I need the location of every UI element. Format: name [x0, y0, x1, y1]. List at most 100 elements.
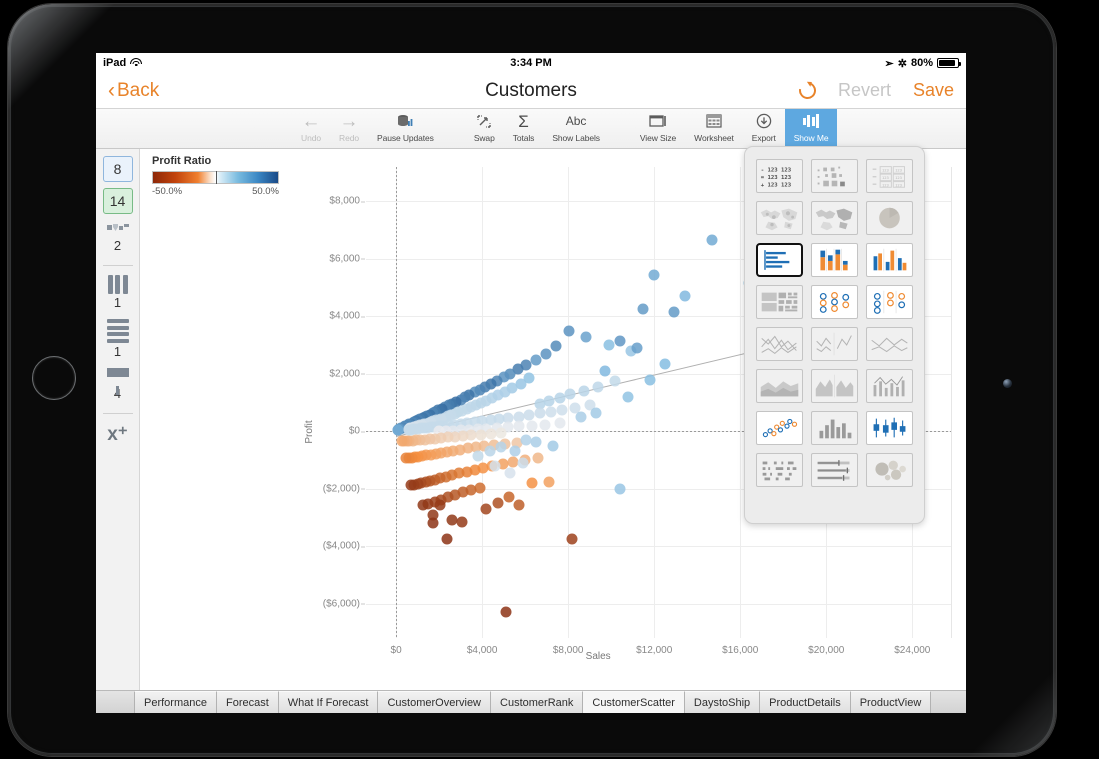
show-me-highlight-table[interactable]: 123 123 123 123 123 123 — [866, 159, 913, 193]
scatter-point[interactable] — [575, 411, 587, 423]
save-button[interactable]: Save — [913, 80, 954, 101]
scatter-point[interactable] — [472, 450, 484, 462]
toolbar-view-size-button[interactable]: View Size — [631, 109, 685, 149]
revert-button[interactable]: Revert — [838, 80, 891, 101]
scatter-point[interactable] — [644, 374, 656, 386]
scatter-point[interactable] — [434, 499, 446, 511]
scatter-point[interactable] — [400, 452, 412, 464]
sidebar-item-filters[interactable]: 4 — [106, 367, 129, 401]
toolbar-worksheet-button[interactable]: Worksheet — [685, 109, 743, 149]
scatter-point[interactable] — [504, 467, 516, 479]
scatter-point[interactable] — [485, 428, 497, 440]
scatter-point[interactable] — [556, 404, 568, 416]
scatter-point[interactable] — [564, 388, 576, 400]
scatter-point[interactable] — [566, 533, 578, 545]
toolbar-totals-button[interactable]: Σ Totals — [504, 109, 544, 149]
scatter-point[interactable] — [530, 354, 542, 366]
scatter-point[interactable] — [590, 407, 602, 419]
show-me-discrete-area[interactable] — [811, 369, 858, 403]
toolbar-show-me-button[interactable]: Show Me — [784, 108, 838, 149]
worksheet-tab[interactable]: CustomerOverview — [378, 691, 492, 713]
scatter-point[interactable] — [637, 303, 649, 315]
scatter-point[interactable] — [603, 339, 615, 351]
show-me-pie-chart[interactable] — [866, 201, 913, 235]
scatter-point[interactable] — [563, 325, 575, 337]
scatter-point[interactable] — [517, 457, 529, 469]
worksheet-tab[interactable]: Forecast — [216, 691, 279, 713]
show-me-filled-map[interactable] — [811, 201, 858, 235]
scatter-point[interactable] — [492, 497, 504, 509]
scatter-point[interactable] — [509, 445, 521, 457]
worksheet-tab[interactable]: ProductDetails — [760, 691, 851, 713]
worksheet-tab[interactable]: CustomerRank — [491, 691, 584, 713]
sidebar-item-dimensions[interactable]: 8 — [102, 156, 133, 182]
show-me-continuous-area[interactable] — [756, 369, 803, 403]
scatter-point[interactable] — [547, 440, 559, 452]
scatter-point[interactable] — [580, 331, 592, 343]
worksheet-tab[interactable]: ProductView — [850, 691, 932, 713]
scatter-point[interactable] — [427, 517, 439, 529]
sidebar-item-rows[interactable]: 1 — [106, 319, 129, 359]
scatter-point[interactable] — [706, 234, 718, 246]
scatter-point[interactable] — [405, 479, 417, 491]
worksheet-tab[interactable]: CustomerScatter — [583, 691, 685, 713]
scatter-point[interactable] — [396, 435, 408, 447]
scatter-point[interactable] — [599, 365, 611, 377]
scatter-point[interactable] — [526, 477, 538, 489]
show-me-histogram[interactable] — [811, 411, 858, 445]
scatter-point[interactable] — [480, 503, 492, 515]
scatter-point[interactable] — [526, 420, 538, 432]
scatter-point[interactable] — [631, 342, 643, 354]
scatter-point[interactable] — [614, 483, 626, 495]
scatter-point[interactable] — [417, 499, 429, 511]
show-me-text-table[interactable]: - 123 123 = 123 123 + 123 123 — [756, 159, 803, 193]
home-button[interactable] — [32, 356, 76, 400]
legend-gradient-bar[interactable] — [152, 171, 279, 184]
scatter-point[interactable] — [609, 375, 621, 387]
refresh-icon[interactable] — [795, 78, 820, 103]
scatter-point[interactable] — [513, 420, 525, 432]
scatter-point[interactable] — [403, 424, 415, 436]
show-me-panel[interactable]: - 123 123 = 123 123 + 123 123 123 123 123 123 1… — [744, 146, 925, 524]
show-me-side-by-side-bars[interactable] — [866, 243, 913, 277]
scatter-point[interactable] — [614, 335, 626, 347]
toolbar-show-labels-button[interactable]: Abc Show Labels — [543, 109, 609, 149]
scatter-point[interactable] — [539, 419, 550, 431]
show-me-dual-lines[interactable] — [866, 327, 913, 361]
scatter-point[interactable] — [679, 290, 691, 302]
sidebar-item-columns[interactable]: 1 — [107, 275, 128, 310]
scatter-point[interactable] — [500, 606, 512, 618]
show-me-horizontal-bars[interactable] — [756, 243, 803, 277]
toolbar-pause-updates-button[interactable]: Pause Updates — [368, 109, 443, 149]
show-me-stacked-bars[interactable] — [811, 243, 858, 277]
scatter-point[interactable] — [540, 348, 552, 360]
scatter-point[interactable] — [495, 427, 507, 439]
scatter-point[interactable] — [554, 392, 566, 404]
scatter-point[interactable] — [392, 424, 404, 436]
scatter-point[interactable] — [534, 407, 546, 419]
show-me-side-by-side-circles[interactable] — [866, 285, 913, 319]
scatter-point[interactable] — [523, 409, 535, 421]
scatter-point[interactable] — [513, 499, 525, 511]
scatter-point[interactable] — [520, 434, 532, 446]
scatter-point[interactable] — [530, 436, 542, 448]
worksheet-tab[interactable]: DaystoShip — [684, 691, 761, 713]
scatter-point[interactable] — [489, 460, 501, 472]
scatter-point[interactable] — [668, 306, 680, 318]
show-me-bullet-graph[interactable] — [811, 453, 858, 487]
scatter-point[interactable] — [648, 269, 660, 281]
worksheet-tab[interactable]: Performance — [134, 691, 217, 713]
show-me-packed-bubbles[interactable] — [866, 453, 913, 487]
scatter-point[interactable] — [659, 358, 671, 370]
worksheet-tab[interactable]: What If Forecast — [278, 691, 379, 713]
scatter-point[interactable] — [532, 452, 544, 464]
show-me-heat-map[interactable] — [811, 159, 858, 193]
show-me-dual-combination[interactable] — [866, 369, 913, 403]
sidebar-item-marks[interactable]: 2 — [106, 220, 129, 253]
scatter-point[interactable] — [543, 476, 555, 488]
scatter-point[interactable] — [592, 381, 604, 393]
show-me-gantt-chart[interactable] — [756, 453, 803, 487]
toolbar-undo-button[interactable]: ← Undo — [292, 109, 330, 149]
scatter-point[interactable] — [456, 516, 468, 528]
scatter-point[interactable] — [495, 441, 507, 453]
